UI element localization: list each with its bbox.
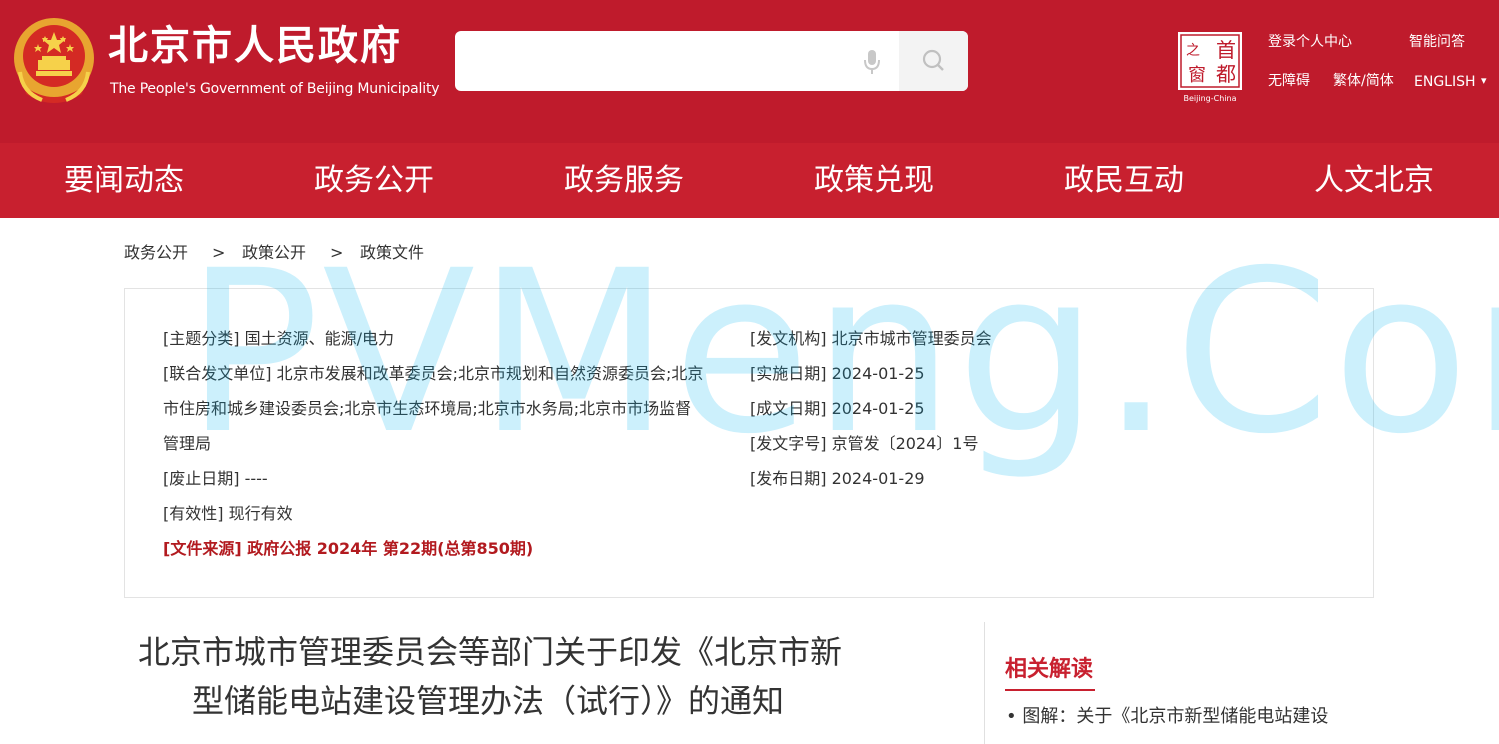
nav-item-culture[interactable]: 人文北京	[1314, 143, 1434, 218]
nav-item-policy-redeem[interactable]: 政策兑现	[814, 143, 934, 218]
meta-doc-number: [发文字号] 京管发〔2024〕1号	[750, 434, 979, 453]
breadcrumb-item-public-affairs[interactable]: 政务公开	[124, 243, 188, 263]
meta-effective-date: [实施日期] 2024-01-25	[750, 364, 925, 383]
search-box	[455, 31, 968, 91]
logo-char-1: 首	[1216, 38, 1236, 62]
login-link[interactable]: 登录个人中心	[1268, 33, 1352, 51]
search-icon	[922, 49, 944, 71]
breadcrumb-separator: >	[330, 243, 344, 262]
main-nav: 要闻动态 政务公开 政务服务 政策兑现 政民互动 人文北京	[0, 143, 1499, 218]
meta-source[interactable]: [文件来源] 政府公报 2024年 第22期(总第850期)	[163, 539, 533, 559]
national-emblem-icon[interactable]	[12, 16, 96, 104]
nav-item-public-affairs[interactable]: 政务公开	[314, 143, 434, 218]
meta-joint-issuers-line3: 管理局	[163, 434, 212, 453]
microphone-icon[interactable]	[862, 48, 882, 76]
site-header: 北京市人民政府 The People's Government of Beiji…	[0, 0, 1499, 143]
meta-abolish-date: [废止日期] ----	[163, 469, 268, 488]
site-subtitle[interactable]: The People's Government of Beijing Munic…	[110, 80, 440, 98]
logo-char-2: 之	[1186, 43, 1200, 59]
related-item[interactable]: • 图解：关于《北京市新型储能电站建设	[1006, 705, 1328, 729]
meta-validity: [有效性] 现行有效	[163, 504, 293, 523]
search-button[interactable]	[899, 31, 968, 91]
breadcrumb-separator: >	[212, 243, 226, 262]
related-heading-underline	[1005, 689, 1095, 691]
sidebar-divider	[984, 622, 985, 744]
breadcrumb-item-policy-public[interactable]: 政策公开	[242, 243, 306, 263]
qa-link[interactable]: 智能问答	[1409, 33, 1465, 51]
meta-issuer: [发文机构] 北京市城市管理委员会	[750, 329, 992, 348]
nav-item-interaction[interactable]: 政民互动	[1064, 143, 1184, 218]
logo-char-4: 窗	[1188, 65, 1206, 86]
related-reading-heading: 相关解读	[1005, 657, 1094, 682]
search-input[interactable]	[455, 31, 855, 91]
meta-topic: [主题分类] 国土资源、能源/电力	[163, 329, 394, 348]
article-title-line2: 型储能电站建设管理办法（试行）》的通知	[192, 682, 785, 720]
nav-item-services[interactable]: 政务服务	[564, 143, 684, 218]
meta-created-date: [成文日期] 2024-01-25	[750, 399, 925, 418]
accessible-link[interactable]: 无障碍	[1268, 72, 1310, 90]
site-title[interactable]: 北京市人民政府	[108, 22, 402, 70]
meta-joint-issuers-line2: 市住房和城乡建设委员会;北京市生态环境局;北京市水务局;北京市市场监督	[163, 399, 692, 418]
meta-joint-issuers-line1: [联合发文单位] 北京市发展和改革委员会;北京市规划和自然资源委员会;北京	[163, 364, 704, 383]
meta-publish-date: [发布日期] 2024-01-29	[750, 469, 925, 488]
article-title-line1: 北京市城市管理委员会等部门关于印发《北京市新	[138, 633, 843, 671]
capital-window-logo-icon[interactable]: 首 之 都 窗 Beijing-China	[1176, 30, 1244, 104]
traditional-simplified-link[interactable]: 繁体/简体	[1333, 72, 1394, 90]
logo-caption: Beijing-China	[1184, 94, 1237, 103]
nav-item-news[interactable]: 要闻动态	[64, 143, 184, 218]
chevron-down-icon[interactable]: ▾	[1481, 72, 1487, 90]
english-link[interactable]: ENGLISH	[1414, 73, 1476, 91]
breadcrumb-item-policy-files[interactable]: 政策文件	[360, 243, 424, 263]
logo-char-3: 都	[1216, 62, 1236, 86]
